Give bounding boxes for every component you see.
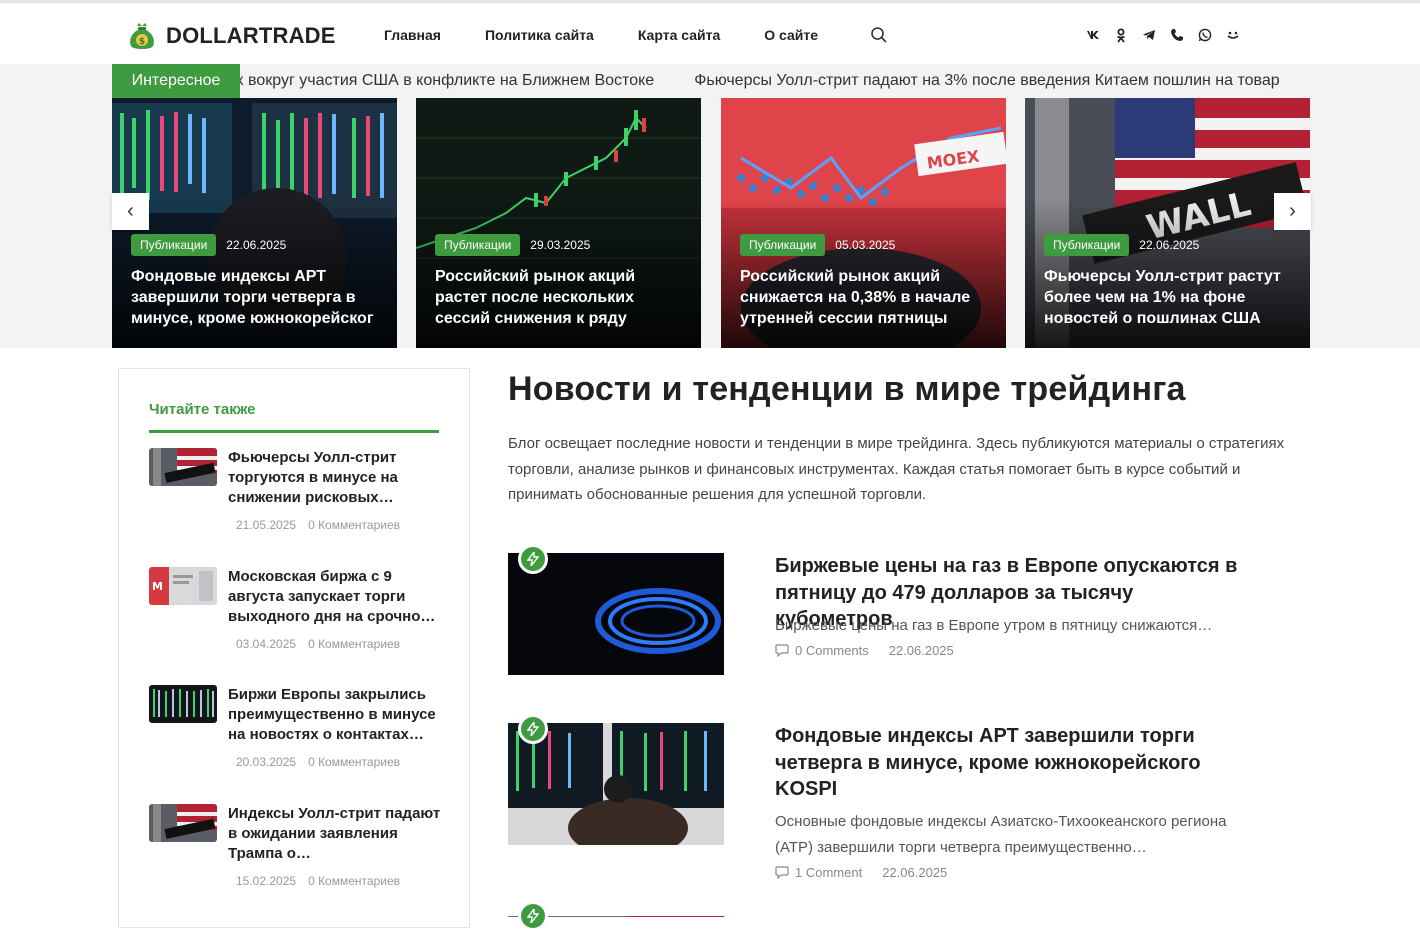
search-icon[interactable]	[870, 26, 888, 44]
category-badge[interactable]: Публикации	[740, 234, 826, 256]
item-thumbnail[interactable]	[149, 448, 217, 486]
ticker-label: Интересное	[112, 64, 240, 98]
nav-about[interactable]: О сайте	[764, 27, 818, 43]
money-bag-icon: $	[126, 20, 158, 52]
item-title[interactable]: Биржи Европы закрылись преимущественно в…	[228, 685, 443, 745]
read-also-widget: Читайте также Фьючерсы Уолл-стрит торгую…	[118, 368, 470, 928]
post-date: 05.03.2025	[835, 238, 896, 252]
item-date: 21.05.2025	[236, 518, 297, 532]
ticker-track: иях вокруг участия США в конфликте на Бл…	[218, 64, 1312, 98]
item-comments[interactable]: 0 Комментариев	[308, 755, 400, 769]
news-ticker: Интересное иях вокруг участия США в конф…	[112, 64, 1312, 98]
slider-card[interactable]: Публикации 22.06.2025 Фондовые индексы А…	[112, 98, 397, 348]
nav-sitemap[interactable]: Карта сайта	[638, 27, 720, 43]
whatsapp-icon[interactable]	[1198, 27, 1212, 43]
lightning-icon	[518, 714, 548, 744]
item-title[interactable]: Московская биржа с 9 августа запускает т…	[228, 567, 443, 627]
card-title[interactable]: Российский рынок акций растет после неск…	[435, 266, 685, 329]
item-title[interactable]: Фьючерсы Уолл-стрит торгуются в минусе н…	[228, 448, 443, 508]
nav-home[interactable]: Главная	[384, 27, 441, 43]
post-excerpt: Биржевые цены на газ в Европе утром в пя…	[775, 617, 1213, 634]
site-logo[interactable]: $ DOLLARTRADE	[126, 20, 336, 52]
logo-text: DOLLARTRADE	[166, 23, 336, 48]
ticker-item[interactable]: иях вокруг участия США в конфликте на Бл…	[218, 72, 654, 90]
telegram-icon[interactable]	[1142, 27, 1156, 43]
item-thumbnail[interactable]	[149, 685, 217, 723]
viber-icon[interactable]	[1170, 27, 1184, 43]
post-comments[interactable]: 0 Comments	[795, 643, 869, 658]
widget-divider	[149, 430, 439, 433]
nav-site-policy[interactable]: Политика сайта	[485, 27, 594, 43]
site-header: $ DOLLARTRADE Главная Политика сайта Кар…	[0, 0, 1420, 64]
slider-next-button[interactable]: ›	[1274, 193, 1311, 230]
odnoklassniki-icon[interactable]	[1114, 27, 1128, 43]
slider-card[interactable]: MOEX Публикации 05.03.2025 Российский ры…	[721, 98, 1006, 348]
slider-card[interactable]: WALL Публикации 22.06.2025 Фьючерсы Уолл…	[1025, 98, 1310, 348]
slider-card[interactable]: Публикации 29.03.2025 Российский рынок а…	[416, 98, 701, 348]
card-title[interactable]: Фьючерсы Уолл-стрит растут более чем на …	[1044, 266, 1294, 329]
category-badge[interactable]: Публикации	[1044, 234, 1130, 256]
category-badge[interactable]: Публикации	[131, 234, 217, 256]
card-title[interactable]: Фондовые индексы АРТ завершили торги чет…	[131, 266, 381, 329]
item-title[interactable]: Индексы Уолл-стрит падают в ожидании зая…	[228, 804, 443, 864]
social-links	[1086, 27, 1240, 43]
item-thumbnail[interactable]: M	[149, 567, 217, 605]
page-title: Новости и тенденции в мире трейдинга	[508, 370, 1186, 408]
item-date: 20.03.2025	[236, 755, 297, 769]
post-date: 22.06.2025	[882, 865, 948, 880]
post-excerpt: Основные фондовые индексы Азиатско-Тихоо…	[775, 813, 1227, 856]
moimir-icon[interactable]	[1226, 27, 1240, 43]
lightning-icon	[518, 901, 548, 931]
post-date: 22.06.2025	[226, 238, 287, 252]
lightning-icon	[518, 544, 548, 574]
post-date: 22.06.2025	[1139, 238, 1200, 252]
ticker-item[interactable]: Фьючерсы Уолл-стрит падают на 3% после в…	[694, 72, 1279, 90]
post-date: 22.06.2025	[888, 643, 954, 658]
item-date: 03.04.2025	[236, 637, 297, 651]
category-badge[interactable]: Публикации	[435, 234, 521, 256]
comment-icon	[775, 866, 789, 879]
svg-text:$: $	[139, 37, 145, 47]
post-comments[interactable]: 1 Comment	[795, 865, 862, 880]
widget-heading: Читайте также	[149, 401, 256, 418]
page-intro: Блог освещает последние новости и тенден…	[508, 435, 1285, 503]
vk-icon[interactable]	[1086, 27, 1100, 43]
post-date: 29.03.2025	[530, 238, 591, 252]
item-comments[interactable]: 0 Комментариев	[308, 518, 400, 532]
featured-slider: Публикации 22.06.2025 Фондовые индексы А…	[112, 98, 1310, 348]
item-date: 15.02.2025	[236, 874, 297, 888]
card-title[interactable]: Российский рынок акций снижается на 0,38…	[740, 266, 990, 329]
comment-icon	[775, 644, 789, 657]
item-thumbnail[interactable]	[149, 804, 217, 842]
item-comments[interactable]: 0 Комментариев	[308, 637, 400, 651]
item-comments[interactable]: 0 Комментариев	[308, 874, 400, 888]
svg-text:M: M	[152, 580, 163, 593]
slider-prev-button[interactable]: ‹	[112, 193, 149, 230]
main-nav: Главная Политика сайта Карта сайта О сай…	[384, 3, 862, 67]
post-title[interactable]: Фондовые индексы АРТ завершили торги чет…	[775, 723, 1255, 803]
